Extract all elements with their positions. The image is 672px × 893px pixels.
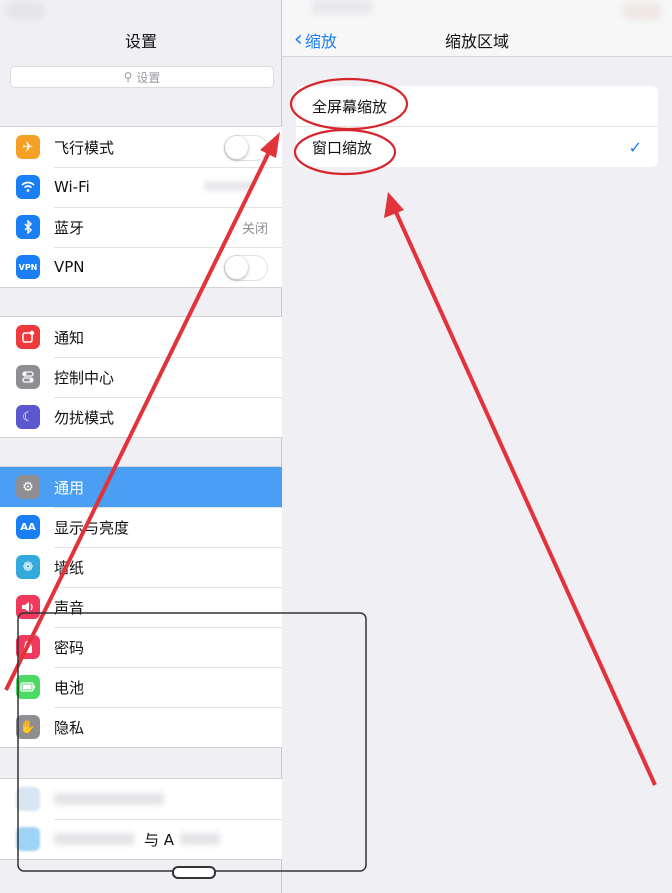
option-full-screen-zoom[interactable]: 全屏幕缩放 xyxy=(296,86,658,126)
settings-group-general: ⚙ 通用 AA 显示与亮度 ❁ 墙纸 声音 密码 电池 ✋ 隐私 xyxy=(0,466,282,748)
sidebar-item-label: 墙纸 xyxy=(54,558,85,577)
settings-group-connectivity: ✈ 飞行模式 Wi-Fi 蓝牙 关闭 VPN VPN xyxy=(0,126,282,288)
brightness-icon: AA xyxy=(16,515,40,539)
sidebar-item-bluetooth[interactable]: 蓝牙 关闭 xyxy=(0,207,282,247)
sidebar-item-label: 密码 xyxy=(54,638,85,657)
sidebar-item-label: 声音 xyxy=(54,598,85,617)
sidebar-item-label: Wi-Fi xyxy=(54,178,90,196)
sidebar-item-blurred-2[interactable]: 与 A xyxy=(0,819,282,859)
sidebar-item-blurred[interactable] xyxy=(0,779,282,819)
nav-bar: 缩放区域 ‹ 缩放 xyxy=(282,0,672,57)
sidebar-item-sound[interactable]: 声音 xyxy=(0,587,282,627)
bluetooth-status: 关闭 xyxy=(241,221,268,237)
airplane-toggle[interactable] xyxy=(224,135,268,161)
blurred-label xyxy=(180,833,221,845)
search-field[interactable]: ⚲ 设置 xyxy=(10,66,274,88)
blurred-icon xyxy=(16,787,40,811)
hand-icon: ✋ xyxy=(16,715,40,739)
checkmark-icon: ✓ xyxy=(628,137,642,157)
back-label: 缩放 xyxy=(304,32,337,51)
sidebar-item-notifications[interactable]: 通知 xyxy=(0,317,282,357)
search-icon: ⚲ xyxy=(123,70,133,84)
back-button[interactable]: ‹ 缩放 xyxy=(294,28,337,52)
wallpaper-icon: ❁ xyxy=(16,555,40,579)
sidebar-item-label: 飞行模式 xyxy=(54,138,115,157)
sidebar-item-label: VPN xyxy=(54,258,85,276)
wifi-icon xyxy=(16,175,40,199)
settings-group-notifications: 通知 控制中心 ☾ 勿扰模式 xyxy=(0,316,282,438)
option-label: 全屏幕缩放 xyxy=(312,97,388,116)
sidebar-item-display[interactable]: AA 显示与亮度 xyxy=(0,507,282,547)
sidebar-item-label: 与 A xyxy=(144,830,175,849)
chevron-left-icon: ‹ xyxy=(294,27,303,52)
lock-icon xyxy=(16,635,40,659)
bluetooth-icon xyxy=(16,215,40,239)
vpn-toggle[interactable] xyxy=(224,255,268,281)
status-bar-blur xyxy=(6,2,46,20)
wifi-network-blurred xyxy=(204,181,254,191)
sidebar-title: 设置 xyxy=(124,32,157,51)
settings-sidebar: 设置 ⚲ 设置 ✈ 飞行模式 Wi-Fi 蓝牙 关闭 VPN VPN 通知 控制… xyxy=(0,0,282,893)
zoom-region-list: 全屏幕缩放 窗口缩放 ✓ xyxy=(296,86,658,167)
home-indicator xyxy=(172,866,216,879)
sidebar-item-label: 通知 xyxy=(54,328,85,347)
control-center-icon xyxy=(16,365,40,389)
sidebar-item-vpn[interactable]: VPN VPN xyxy=(0,247,282,287)
sidebar-item-battery[interactable]: 电池 xyxy=(0,667,282,707)
search-placeholder: 设置 xyxy=(136,70,161,85)
option-label: 窗口缩放 xyxy=(312,138,373,157)
gear-icon: ⚙ xyxy=(16,475,40,499)
sidebar-item-label: 勿扰模式 xyxy=(54,408,115,427)
blurred-icon xyxy=(16,827,40,851)
sidebar-item-privacy[interactable]: ✋ 隐私 xyxy=(0,707,282,747)
option-window-zoom[interactable]: 窗口缩放 ✓ xyxy=(296,126,658,167)
moon-icon: ☾ xyxy=(16,405,40,429)
sidebar-item-label: 显示与亮度 xyxy=(54,518,130,537)
status-bar-blur xyxy=(312,0,372,14)
sidebar-item-passcode[interactable]: 密码 xyxy=(0,627,282,667)
notifications-icon xyxy=(16,325,40,349)
blurred-label xyxy=(54,793,164,805)
sidebar-item-general[interactable]: ⚙ 通用 xyxy=(0,467,282,507)
sound-icon xyxy=(16,595,40,619)
blurred-label xyxy=(54,833,134,845)
sidebar-item-do-not-disturb[interactable]: ☾ 勿扰模式 xyxy=(0,397,282,437)
battery-icon xyxy=(16,675,40,699)
status-bar-blur xyxy=(622,2,662,20)
sidebar-item-label: 控制中心 xyxy=(54,368,115,387)
sidebar-item-control-center[interactable]: 控制中心 xyxy=(0,357,282,397)
detail-pane: 缩放区域 ‹ 缩放 全屏幕缩放 窗口缩放 ✓ xyxy=(282,0,672,893)
sidebar-item-airplane[interactable]: ✈ 飞行模式 xyxy=(0,127,282,167)
page-title: 缩放区域 xyxy=(444,32,509,51)
sidebar-item-label: 通用 xyxy=(54,478,85,497)
settings-group-accounts: 与 A xyxy=(0,778,282,860)
sidebar-item-label: 电池 xyxy=(54,678,85,697)
vpn-icon: VPN xyxy=(16,255,40,279)
sidebar-item-label: 蓝牙 xyxy=(54,218,85,237)
sidebar-item-wifi[interactable]: Wi-Fi xyxy=(0,167,282,207)
sidebar-item-label: 隐私 xyxy=(54,718,85,737)
airplane-icon: ✈ xyxy=(16,135,40,159)
sidebar-item-wallpaper[interactable]: ❁ 墙纸 xyxy=(0,547,282,587)
